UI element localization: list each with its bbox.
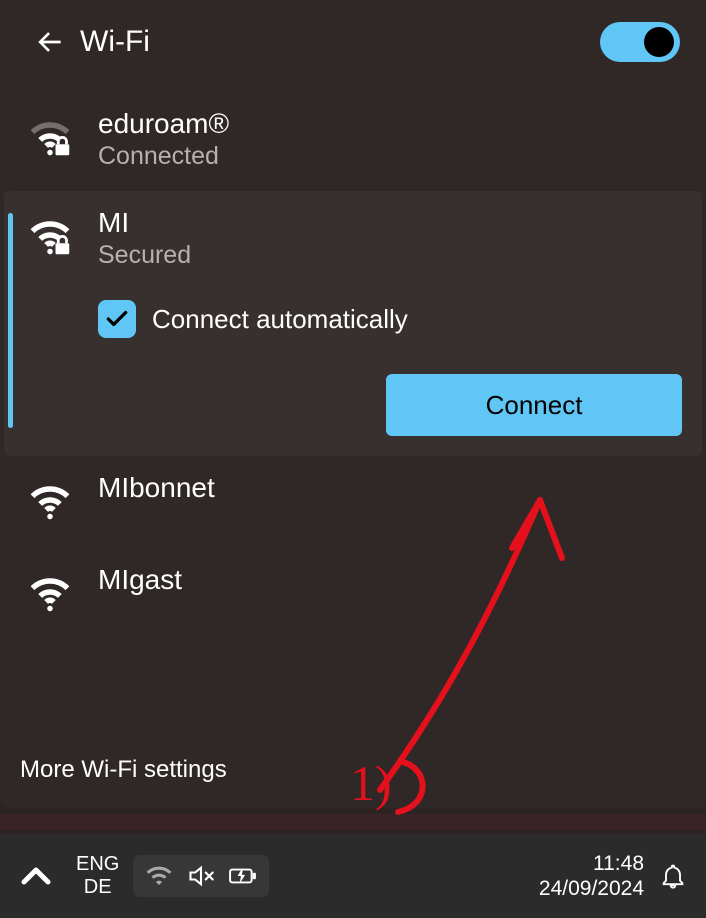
system-tray[interactable]: [133, 855, 269, 897]
notifications-button[interactable]: [652, 855, 694, 897]
wifi-secured-icon: [22, 108, 78, 164]
toggle-knob: [644, 27, 674, 57]
language-indicator[interactable]: ENG DE: [76, 853, 119, 899]
taskbar-clock[interactable]: 11:48 24/09/2024: [539, 851, 644, 901]
battery-charging-icon: [229, 863, 257, 889]
back-button[interactable]: [26, 18, 74, 66]
connect-button[interactable]: Connect: [386, 374, 682, 436]
taskbar: ENG DE 11:48 24/09/2024: [0, 834, 706, 918]
auto-connect-row[interactable]: Connect automatically: [98, 300, 684, 338]
network-name: MIgast: [98, 564, 182, 596]
chevron-up-icon: [12, 852, 60, 900]
volume-muted-icon: [187, 863, 215, 889]
network-status: Connected: [98, 142, 229, 171]
network-name: eduroam®: [98, 108, 229, 140]
network-list: eduroam® Connected: [0, 84, 706, 640]
wifi-flyout: Wi-Fi eduroam® C: [0, 0, 706, 808]
language-primary: ENG: [76, 853, 119, 876]
tray-overflow-button[interactable]: [12, 852, 60, 900]
desktop-strip: [0, 814, 706, 830]
clock-time: 11:48: [593, 851, 644, 876]
auto-connect-label: Connect automatically: [152, 304, 408, 335]
network-name: MIbonnet: [98, 472, 215, 504]
wifi-icon: [22, 564, 78, 620]
network-item-mibonnet[interactable]: MIbonnet: [0, 456, 706, 548]
network-item-mi[interactable]: MI Secured Connect automatically Connect: [4, 191, 702, 456]
clock-date: 24/09/2024: [539, 876, 644, 901]
network-status: Secured: [98, 241, 191, 270]
network-name: MI: [98, 207, 191, 239]
network-item-migast[interactable]: MIgast: [0, 548, 706, 640]
more-wifi-settings-link[interactable]: More Wi-Fi settings: [20, 756, 227, 784]
page-title: Wi-Fi: [80, 25, 150, 59]
flyout-header: Wi-Fi: [0, 0, 706, 84]
wifi-icon: [22, 472, 78, 528]
wifi-toggle[interactable]: [600, 22, 680, 62]
language-secondary: DE: [84, 876, 112, 899]
wifi-secured-icon: [22, 207, 78, 263]
check-icon: [104, 306, 130, 332]
auto-connect-checkbox[interactable]: [98, 300, 136, 338]
bell-icon: [659, 862, 687, 890]
wifi-tray-icon: [145, 863, 173, 889]
arrow-left-icon: [34, 26, 66, 58]
network-item-eduroam[interactable]: eduroam® Connected: [0, 92, 706, 191]
